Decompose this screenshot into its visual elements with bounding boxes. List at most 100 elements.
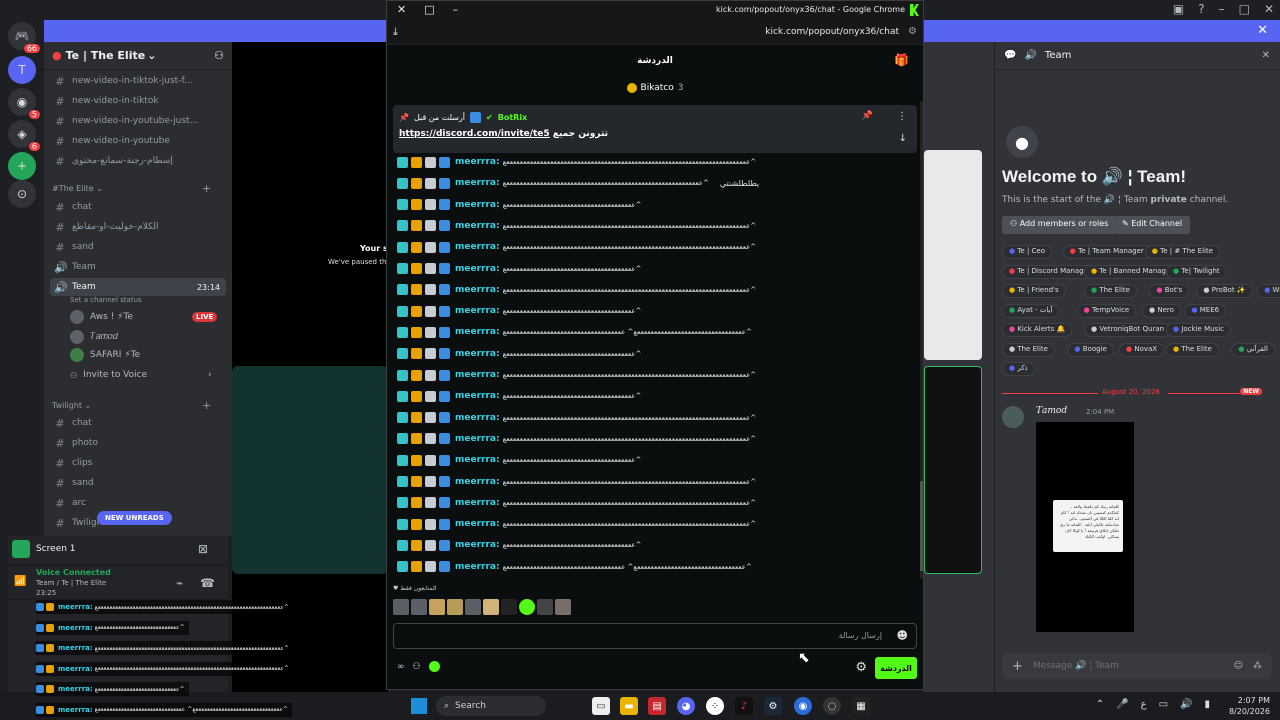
role-chip[interactable]: ● Nero <box>1142 303 1181 318</box>
server-icon[interactable]: ◉ 5 <box>8 88 40 119</box>
role-chip[interactable]: ● MEE6 <box>1184 303 1227 318</box>
category-twilight[interactable]: Twilight ⌄ + <box>52 399 211 412</box>
scrollbar[interactable] <box>920 101 923 579</box>
server-header[interactable]: ● Te | The Elite ⌄ ⚇ <box>44 42 232 70</box>
chat-username[interactable]: meerrra: <box>455 264 500 274</box>
discord-icon[interactable]: ◕ <box>677 697 695 715</box>
chat-message[interactable]: meerrra: عععععععععععععععععععععععععععععععع… <box>397 325 752 339</box>
voice-channel-item-active[interactable]: 🔊 Team 23:14 <box>50 278 226 296</box>
close-icon[interactable]: ✕ <box>1262 50 1270 61</box>
channel-item[interactable]: # الكلام-خوليت-او-مقاطع <box>50 218 226 236</box>
app-icon[interactable]: ▤ <box>648 697 666 715</box>
chat-message[interactable]: meerrra: عععععععععععععععععععععععععععععععع… <box>397 538 642 552</box>
unpin-icon[interactable]: 📌 <box>862 111 873 121</box>
chat-message[interactable]: meerrra: عععععععععععععععععععععععععععععععع… <box>397 155 757 169</box>
discover-icon[interactable]: ⊙ <box>8 180 36 208</box>
channel-item[interactable]: # clips <box>50 454 226 472</box>
channel-item[interactable]: # new-video-in-tiktok-just-f... <box>50 72 226 90</box>
role-chip[interactable]: ● NovaX <box>1119 342 1165 357</box>
pinned-link[interactable]: https://discord.com/invite/te5 تترونن جم… <box>399 129 608 139</box>
volume-icon[interactable]: 🔊 <box>1180 699 1192 710</box>
channel-item[interactable]: # new-video-in-youtube-just... <box>50 112 226 130</box>
stream-preview[interactable] <box>924 150 982 360</box>
scrollbar-thumb[interactable] <box>920 481 923 571</box>
address-bar[interactable]: ⤓ kick.com/popout/onyx36/chat ⚙ <box>387 21 923 45</box>
language-indicator[interactable]: ع <box>1141 699 1147 710</box>
chat-message[interactable]: meerrra: عععععععععععععععععععععععععععععععع… <box>397 453 642 467</box>
channel-item[interactable]: # new-video-in-tiktok <box>50 92 226 110</box>
link-icon[interactable]: ∞ <box>397 662 405 672</box>
chat-message[interactable]: meerrra: عععععععععععععععععععععععععععععععع… <box>397 496 757 510</box>
server-icon[interactable]: ◈ 6 <box>8 120 40 151</box>
app-icon[interactable]: ◌ <box>823 697 841 715</box>
chat-username[interactable]: meerrra: <box>455 349 500 359</box>
url-text[interactable]: kick.com/popout/onyx36/chat <box>765 27 899 37</box>
chat-message[interactable]: meerrra: عععععععععععععععععععععععععععععععع… <box>397 283 757 297</box>
message-input[interactable]: + Message 🔊 ¦ Team ☺ ⁂ <box>1002 653 1272 679</box>
app-icon[interactable]: ⁘ <box>706 697 724 715</box>
chat-message[interactable]: meerrra: عععععععععععععععععععععععععععععععع… <box>397 219 757 233</box>
emote-icon[interactable] <box>411 599 427 615</box>
chat-message[interactable]: meerrra: عععععععععععععععععععععععععععععععع… <box>397 176 760 190</box>
voice-user[interactable]: Aws ! ⚡Te <box>70 308 133 326</box>
pinned-link-url[interactable]: https://discord.com/invite/te5 <box>399 129 550 139</box>
noise-suppression-icon[interactable]: ⌁ <box>176 576 183 590</box>
settings-icon[interactable]: ⚙ <box>855 660 867 675</box>
tiktok-icon[interactable]: ♪ <box>735 697 753 715</box>
site-settings-icon[interactable]: ⚙ <box>908 26 917 37</box>
taskbar-search[interactable]: ⌕ Search <box>436 696 546 716</box>
chat-input[interactable]: إرسال رسالة ☻ <box>393 623 917 649</box>
mic-icon[interactable]: 🎤 <box>1116 699 1128 710</box>
maximize-button[interactable]: □ <box>1239 2 1250 16</box>
help-icon[interactable]: ? <box>1198 2 1204 16</box>
chat-message[interactable]: meerrra: عععععععععععععععععععععععععععععععع… <box>397 389 642 403</box>
channel-item[interactable]: # sand <box>50 238 226 256</box>
chat-username[interactable]: meerrra: <box>455 285 500 295</box>
chat-username[interactable]: meerrra: <box>455 391 500 401</box>
emote-icon[interactable] <box>555 599 571 615</box>
app-icon[interactable]: ▦ <box>852 697 870 715</box>
emote-icon[interactable] <box>447 599 463 615</box>
apps-icon[interactable]: ⁂ <box>1253 661 1262 671</box>
chat-message[interactable]: meerrra: عععععععععععععععععععععععععععععععع… <box>397 517 757 531</box>
add-channel-icon[interactable]: + <box>202 182 211 195</box>
chat-username[interactable]: meerrra: <box>455 498 500 508</box>
server-icon-te[interactable]: T <box>8 56 36 84</box>
role-chip[interactable]: ● Te | Team Manager <box>1062 245 1151 259</box>
top-gifter[interactable]: Bikatco 3 <box>387 79 923 97</box>
channel-item[interactable]: # arc <box>50 494 226 512</box>
windows-start-icon[interactable] <box>411 698 427 714</box>
chat-username[interactable]: meerrra: <box>455 562 500 572</box>
chat-message[interactable]: meerrra: عععععععععععععععععععععععععععععععع… <box>397 304 642 318</box>
voice-user[interactable]: SAFARI ⚡Te <box>70 346 140 364</box>
emote-icon[interactable] <box>519 599 535 615</box>
chevron-up-icon[interactable]: ⌃ <box>1096 699 1104 710</box>
role-chip[interactable]: ● The Elite <box>1084 284 1137 298</box>
voice-channel-item[interactable]: 🔊 Team <box>50 258 226 276</box>
channel-item[interactable]: # chat <box>50 414 226 432</box>
chat-username[interactable]: meerrra: <box>455 540 500 550</box>
emote-icon[interactable] <box>483 599 499 615</box>
minimize-button[interactable]: – <box>453 3 459 16</box>
chat-message[interactable]: meerrra: عععععععععععععععععععععععععععععععع… <box>397 347 642 361</box>
maximize-button[interactable]: □ <box>424 3 434 16</box>
discord-home-icon[interactable]: 🎮 66 <box>8 22 40 53</box>
chat-username[interactable]: meerrra: <box>455 157 500 167</box>
chat-message[interactable]: meerrra: عععععععععععععععععععععععععععععععع… <box>397 368 757 382</box>
pinned-message[interactable]: 📌 أرسلت من قبل ✔ BotRix https://discord.… <box>393 105 917 153</box>
chat-message[interactable]: meerrra: عععععععععععععععععععععععععععععععع… <box>397 411 757 425</box>
chat-message[interactable]: meerrra: عععععععععععععععععععععععععععععععع… <box>397 240 757 254</box>
chat-username[interactable]: meerrra: <box>455 306 500 316</box>
role-chip[interactable]: ● Bot's <box>1149 284 1190 298</box>
chat-username[interactable]: meerrra: <box>455 178 500 188</box>
steam-icon[interactable]: ⚙ <box>764 697 782 715</box>
close-button[interactable]: ✕ <box>1264 2 1274 16</box>
role-chip[interactable]: ● Jockie Music <box>1166 323 1231 337</box>
inbox-icon[interactable]: ▣ <box>1173 2 1184 16</box>
role-chip[interactable]: ● Wicks <box>1257 284 1280 298</box>
emoji-icon[interactable]: ☺ <box>1234 661 1243 671</box>
file-icon[interactable]: ▭ <box>592 697 610 715</box>
chat-username[interactable]: meerrra: <box>455 477 500 487</box>
add-user-icon[interactable]: ⚇ <box>214 49 224 62</box>
emote-icon[interactable] <box>465 599 481 615</box>
